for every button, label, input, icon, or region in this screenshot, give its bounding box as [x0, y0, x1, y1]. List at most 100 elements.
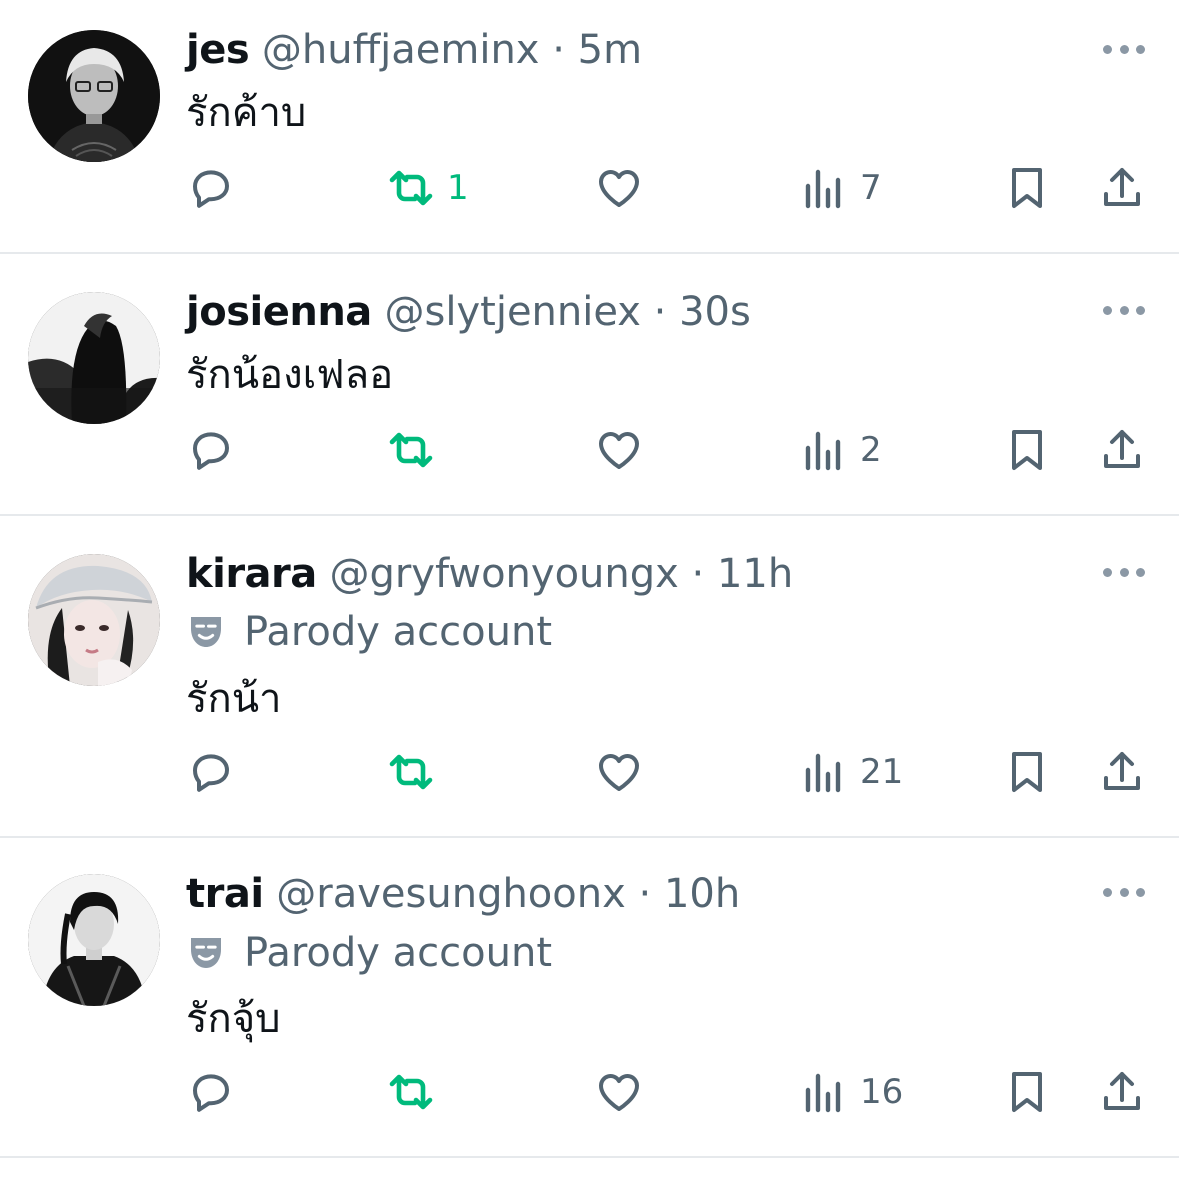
like-button[interactable]	[595, 744, 643, 800]
heart-icon	[599, 170, 639, 207]
display-name[interactable]: trai	[186, 871, 264, 917]
tweet[interactable]: kirara @gryfwonyoungx · 11h Parody accou…	[0, 518, 1179, 838]
bookmark-button[interactable]	[1003, 160, 1051, 216]
tweet[interactable]: josienna @slytjenniex · 30s รักน้องเฟลอ …	[0, 256, 1179, 516]
user-handle[interactable]: @ravesunghoonx	[276, 871, 626, 917]
avatar-photo	[28, 874, 160, 1006]
views-button[interactable]: 21	[800, 744, 903, 800]
tweet-header: josienna @slytjenniex · 30s	[186, 288, 751, 336]
display-name[interactable]: jes	[186, 27, 250, 73]
retweet-button[interactable]	[387, 744, 447, 800]
reply-icon	[193, 432, 229, 470]
reply-icon	[193, 170, 229, 208]
theater-mask-icon	[191, 617, 221, 647]
bookmark-icon	[1012, 752, 1042, 792]
like-button[interactable]	[595, 422, 643, 478]
parody-text: Parody account	[244, 930, 553, 976]
retweet-icon	[389, 170, 433, 206]
tweet-text: รักค้าบ	[186, 90, 307, 136]
heart-icon	[599, 432, 639, 469]
views-button[interactable]: 7	[800, 160, 882, 216]
reply-button[interactable]	[187, 1064, 235, 1120]
avatar[interactable]	[28, 554, 160, 686]
more-icon[interactable]	[1103, 304, 1145, 316]
separator: ·	[638, 871, 652, 917]
share-button[interactable]	[1098, 160, 1146, 216]
separator: ·	[552, 27, 565, 73]
tweet-text: รักน้า	[186, 676, 282, 722]
share-button[interactable]	[1098, 1064, 1146, 1120]
views-count: 7	[860, 168, 882, 208]
timestamp[interactable]: 5m	[578, 27, 642, 73]
action-bar: 2	[0, 422, 1179, 478]
views-icon	[805, 753, 841, 793]
bookmark-icon	[1012, 1072, 1042, 1112]
user-handle[interactable]: @gryfwonyoungx	[329, 551, 678, 597]
action-bar: 16	[0, 1064, 1179, 1120]
share-button[interactable]	[1098, 744, 1146, 800]
more-icon[interactable]	[1103, 886, 1145, 898]
timestamp[interactable]: 11h	[717, 551, 793, 597]
avatar[interactable]	[28, 874, 160, 1006]
bookmark-button[interactable]	[1003, 1064, 1051, 1120]
heart-icon	[599, 1074, 639, 1111]
tweet-header: trai @ravesunghoonx · 10h	[186, 870, 740, 918]
reply-button[interactable]	[187, 160, 235, 216]
share-button[interactable]	[1098, 422, 1146, 478]
avatar[interactable]	[28, 30, 160, 162]
user-handle[interactable]: @huffjaeminx	[262, 27, 540, 73]
views-count: 2	[860, 430, 882, 470]
share-icon	[1104, 168, 1140, 206]
separator: ·	[691, 551, 705, 597]
display-name[interactable]: josienna	[186, 289, 372, 335]
bookmark-icon	[1012, 430, 1042, 470]
retweet-count: 1	[447, 168, 469, 208]
avatar-photo	[28, 30, 160, 162]
views-icon	[805, 1073, 841, 1113]
avatar-photo	[28, 292, 160, 424]
tweet-text: รักน้องเฟลอ	[186, 352, 394, 398]
share-icon	[1104, 1072, 1140, 1110]
reply-icon	[193, 1074, 229, 1112]
tweet[interactable]: trai @ravesunghoonx · 10h Parody account…	[0, 840, 1179, 1158]
timestamp[interactable]: 10h	[664, 871, 740, 917]
tweet[interactable]: jes @huffjaeminx · 5m รักค้าบ 1 7	[0, 0, 1179, 254]
tweet-header: kirara @gryfwonyoungx · 11h	[186, 550, 793, 598]
retweet-icon	[389, 432, 433, 468]
display-name[interactable]: kirara	[186, 551, 317, 597]
more-icon[interactable]	[1103, 566, 1145, 578]
views-button[interactable]: 16	[800, 1064, 903, 1120]
bookmark-button[interactable]	[1003, 422, 1051, 478]
theater-mask-icon	[191, 938, 221, 968]
avatar[interactable]	[28, 292, 160, 424]
bookmark-icon	[1012, 168, 1042, 208]
views-count: 16	[860, 1072, 904, 1112]
reply-button[interactable]	[187, 744, 235, 800]
views-count: 21	[860, 752, 904, 792]
retweet-button[interactable]	[387, 1064, 447, 1120]
like-button[interactable]	[595, 160, 643, 216]
reply-button[interactable]	[187, 422, 235, 478]
parody-label: Parody account	[186, 608, 552, 656]
parody-text: Parody account	[244, 609, 553, 655]
retweet-button[interactable]	[387, 422, 447, 478]
views-icon	[805, 431, 841, 471]
reply-icon	[193, 754, 229, 792]
retweet-button[interactable]: 1	[387, 160, 469, 216]
timestamp[interactable]: 30s	[679, 289, 751, 335]
heart-icon	[599, 754, 639, 791]
tweet-header: jes @huffjaeminx · 5m	[186, 26, 642, 74]
more-icon[interactable]	[1103, 43, 1145, 55]
share-icon	[1104, 752, 1140, 790]
separator: ·	[653, 289, 667, 335]
user-handle[interactable]: @slytjenniex	[385, 289, 641, 335]
action-bar: 1 7	[0, 160, 1179, 216]
avatar-photo	[28, 554, 160, 686]
tweet-text: รักจุ้บ	[186, 996, 281, 1042]
views-button[interactable]: 2	[800, 422, 882, 478]
bookmark-button[interactable]	[1003, 744, 1051, 800]
views-icon	[805, 169, 841, 209]
retweet-icon	[389, 1074, 433, 1110]
action-bar: 21	[0, 744, 1179, 800]
like-button[interactable]	[595, 1064, 643, 1120]
